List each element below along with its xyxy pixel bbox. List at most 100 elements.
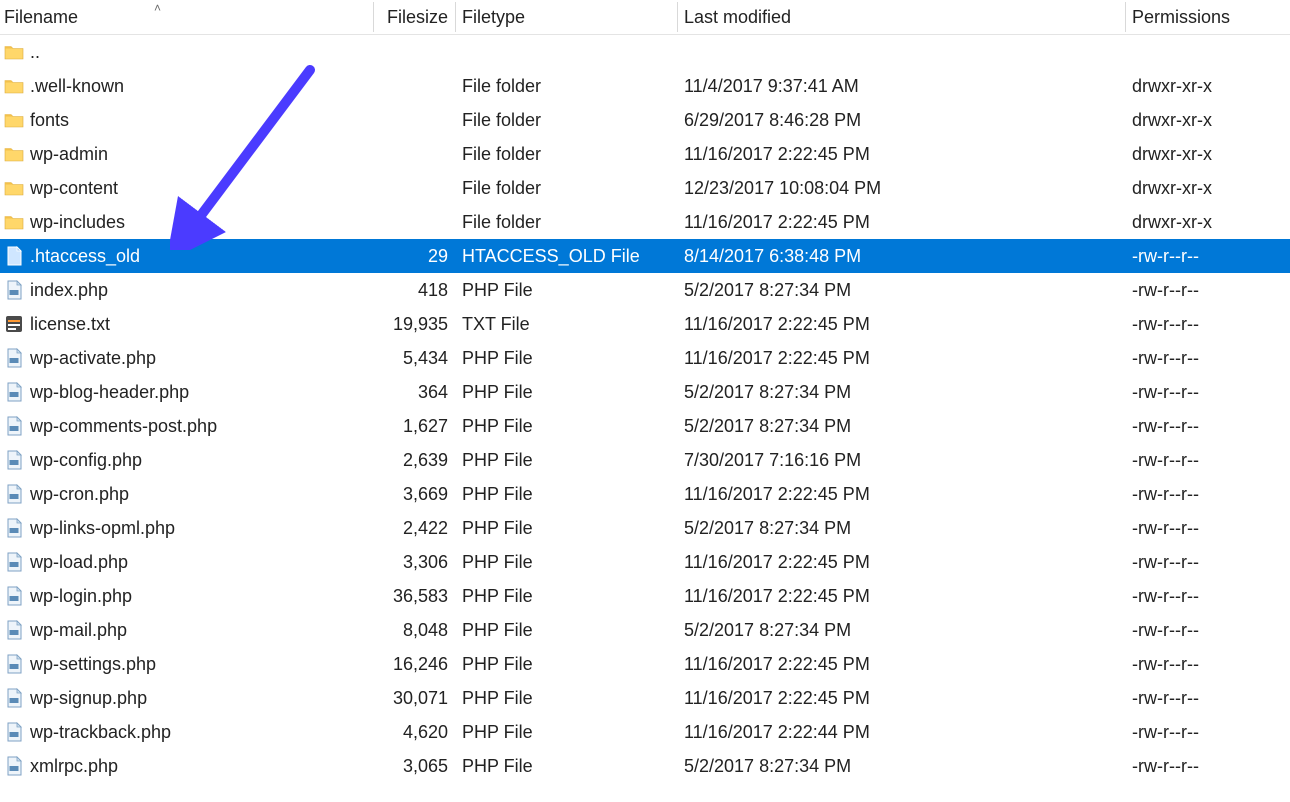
cell-filename[interactable]: wp-includes: [0, 208, 374, 237]
cell-filesize: [374, 116, 456, 124]
folder-icon: [4, 144, 24, 164]
folder-icon: [4, 212, 24, 232]
cell-filesize: 2,639: [374, 446, 456, 475]
file-row[interactable]: wp-comments-post.php1,627PHP File5/2/201…: [0, 409, 1290, 443]
column-header-filetype[interactable]: Filetype: [456, 3, 678, 32]
cell-filename[interactable]: wp-config.php: [0, 446, 374, 475]
cell-permissions: -rw-r--r--: [1126, 582, 1290, 611]
cell-filename[interactable]: wp-signup.php: [0, 684, 374, 713]
file-row[interactable]: wp-login.php36,583PHP File11/16/2017 2:2…: [0, 579, 1290, 613]
cell-filesize: 36,583: [374, 582, 456, 611]
cell-filesize: 8,048: [374, 616, 456, 645]
folder-icon: [4, 178, 24, 198]
file-row[interactable]: index.php418PHP File5/2/2017 8:27:34 PM-…: [0, 273, 1290, 307]
file-row[interactable]: .well-knownFile folder11/4/2017 9:37:41 …: [0, 69, 1290, 103]
file-row[interactable]: wp-activate.php5,434PHP File11/16/2017 2…: [0, 341, 1290, 375]
file-row[interactable]: .htaccess_old29HTACCESS_OLD File8/14/201…: [0, 239, 1290, 273]
cell-filename[interactable]: wp-mail.php: [0, 616, 374, 645]
file-row[interactable]: fontsFile folder6/29/2017 8:46:28 PMdrwx…: [0, 103, 1290, 137]
cell-permissions: drwxr-xr-x: [1126, 72, 1290, 101]
cell-filename[interactable]: wp-trackback.php: [0, 718, 374, 747]
cell-permissions: -rw-r--r--: [1126, 378, 1290, 407]
filename-label: license.txt: [30, 314, 110, 335]
file-row[interactable]: wp-cron.php3,669PHP File11/16/2017 2:22:…: [0, 477, 1290, 511]
cell-filename[interactable]: index.php: [0, 276, 374, 305]
cell-last-modified: 11/16/2017 2:22:45 PM: [678, 684, 1126, 713]
filename-label: index.php: [30, 280, 108, 301]
file-row[interactable]: wp-includesFile folder11/16/2017 2:22:45…: [0, 205, 1290, 239]
file-row[interactable]: wp-config.php2,639PHP File7/30/2017 7:16…: [0, 443, 1290, 477]
cell-permissions: -rw-r--r--: [1126, 480, 1290, 509]
column-header-last-modified[interactable]: Last modified: [678, 3, 1126, 32]
cell-filename[interactable]: xmlrpc.php: [0, 752, 374, 781]
cell-filename[interactable]: wp-links-opml.php: [0, 514, 374, 543]
column-header-filename-label: Filename: [4, 7, 78, 27]
file-row[interactable]: wp-trackback.php4,620PHP File11/16/2017 …: [0, 715, 1290, 749]
file-row[interactable]: ..: [0, 35, 1290, 69]
column-header-permissions[interactable]: Permissions: [1126, 3, 1290, 32]
php-file-icon: [4, 484, 24, 504]
filename-label: fonts: [30, 110, 69, 131]
column-header-last-modified-label: Last modified: [684, 7, 791, 27]
file-row[interactable]: wp-blog-header.php364PHP File5/2/2017 8:…: [0, 375, 1290, 409]
cell-filesize: 1,627: [374, 412, 456, 441]
cell-filetype: PHP File: [456, 446, 678, 475]
cell-permissions: drwxr-xr-x: [1126, 174, 1290, 203]
file-row[interactable]: wp-signup.php30,071PHP File11/16/2017 2:…: [0, 681, 1290, 715]
cell-permissions: -rw-r--r--: [1126, 514, 1290, 543]
cell-filename[interactable]: wp-comments-post.php: [0, 412, 374, 441]
filename-label: wp-cron.php: [30, 484, 129, 505]
cell-filename[interactable]: wp-activate.php: [0, 344, 374, 373]
cell-filename[interactable]: .well-known: [0, 72, 374, 101]
cell-permissions: -rw-r--r--: [1126, 616, 1290, 645]
cell-filename[interactable]: wp-settings.php: [0, 650, 374, 679]
cell-last-modified: 11/16/2017 2:22:45 PM: [678, 344, 1126, 373]
php-file-icon: [4, 348, 24, 368]
cell-permissions: [1126, 48, 1290, 56]
folder-icon: [4, 42, 24, 62]
cell-filename[interactable]: license.txt: [0, 310, 374, 339]
file-row[interactable]: wp-mail.php8,048PHP File5/2/2017 8:27:34…: [0, 613, 1290, 647]
cell-filename[interactable]: wp-content: [0, 174, 374, 203]
file-row[interactable]: wp-links-opml.php2,422PHP File5/2/2017 8…: [0, 511, 1290, 545]
cell-last-modified: 11/16/2017 2:22:45 PM: [678, 208, 1126, 237]
filename-label: wp-signup.php: [30, 688, 147, 709]
column-header-filesize[interactable]: Filesize: [374, 3, 456, 32]
cell-filename[interactable]: ..: [0, 38, 374, 67]
filename-label: wp-comments-post.php: [30, 416, 217, 437]
cell-filesize: 4,620: [374, 718, 456, 747]
cell-filesize: [374, 218, 456, 226]
cell-filename[interactable]: wp-blog-header.php: [0, 378, 374, 407]
cell-permissions: -rw-r--r--: [1126, 752, 1290, 781]
cell-filesize: [374, 184, 456, 192]
file-row[interactable]: wp-load.php3,306PHP File11/16/2017 2:22:…: [0, 545, 1290, 579]
file-row[interactable]: license.txt19,935TXT File11/16/2017 2:22…: [0, 307, 1290, 341]
cell-filename[interactable]: wp-login.php: [0, 582, 374, 611]
cell-filesize: [374, 48, 456, 56]
filename-label: wp-blog-header.php: [30, 382, 189, 403]
cell-permissions: -rw-r--r--: [1126, 718, 1290, 747]
filename-label: wp-settings.php: [30, 654, 156, 675]
file-row[interactable]: xmlrpc.php3,065PHP File5/2/2017 8:27:34 …: [0, 749, 1290, 783]
cell-filesize: 29: [374, 242, 456, 271]
cell-filename[interactable]: .htaccess_old: [0, 242, 374, 271]
folder-icon: [4, 76, 24, 96]
php-file-icon: [4, 756, 24, 776]
filename-label: wp-login.php: [30, 586, 132, 607]
php-file-icon: [4, 416, 24, 436]
folder-icon: [4, 110, 24, 130]
cell-filesize: [374, 150, 456, 158]
cell-filetype: PHP File: [456, 412, 678, 441]
file-row[interactable]: wp-adminFile folder11/16/2017 2:22:45 PM…: [0, 137, 1290, 171]
cell-filename[interactable]: wp-cron.php: [0, 480, 374, 509]
cell-filename[interactable]: wp-load.php: [0, 548, 374, 577]
cell-last-modified: 11/16/2017 2:22:45 PM: [678, 480, 1126, 509]
column-header-filename[interactable]: Filename ˄: [0, 3, 374, 32]
cell-filename[interactable]: wp-admin: [0, 140, 374, 169]
file-row[interactable]: wp-contentFile folder12/23/2017 10:08:04…: [0, 171, 1290, 205]
filename-label: wp-trackback.php: [30, 722, 171, 743]
cell-filename[interactable]: fonts: [0, 106, 374, 135]
cell-permissions: drwxr-xr-x: [1126, 140, 1290, 169]
cell-filetype: PHP File: [456, 718, 678, 747]
file-row[interactable]: wp-settings.php16,246PHP File11/16/2017 …: [0, 647, 1290, 681]
